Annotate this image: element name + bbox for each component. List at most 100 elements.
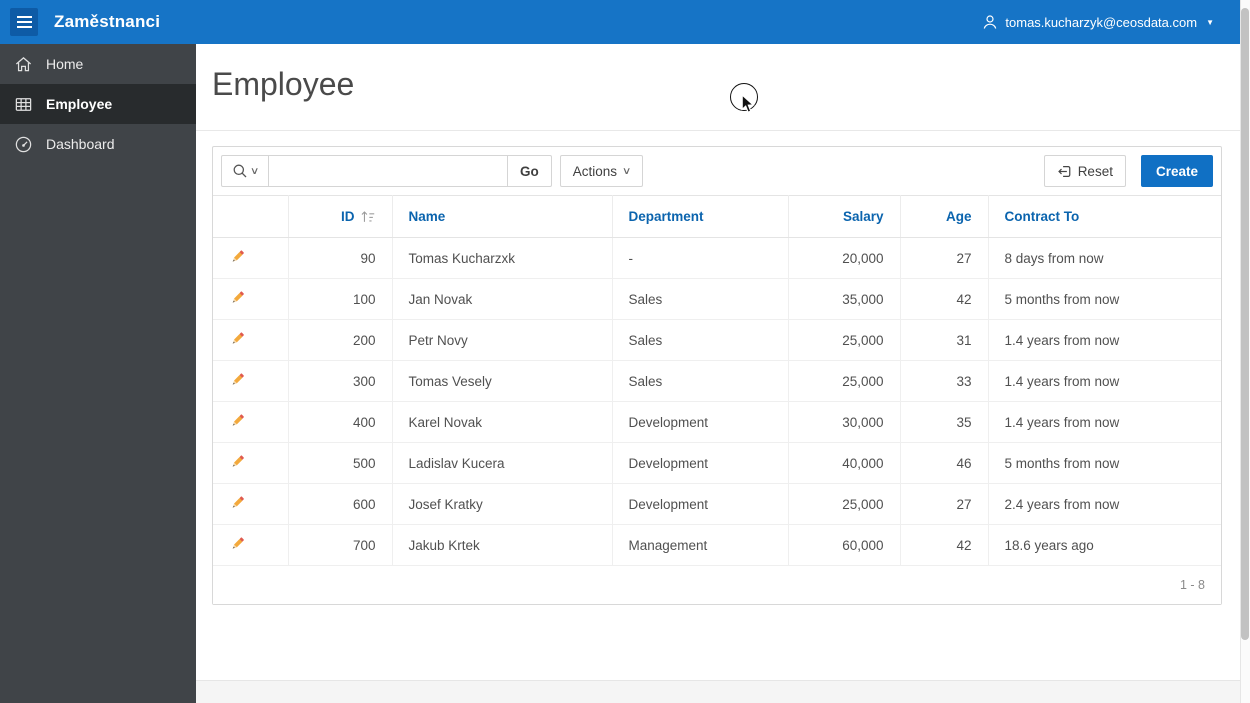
app-title: Zaměstnanci xyxy=(54,12,161,31)
caret-down-icon: ▼ xyxy=(1206,17,1214,27)
cell-contract-to: 1.4 years from now xyxy=(988,360,1221,402)
cell-name: Tomas Kucharzxk xyxy=(392,237,613,279)
cell-contract-to: 5 months from now xyxy=(988,278,1221,320)
vertical-scrollbar-track[interactable] xyxy=(1240,0,1250,703)
create-button[interactable]: Create xyxy=(1140,155,1213,187)
hamburger-menu-button[interactable] xyxy=(10,8,38,36)
pencil-icon xyxy=(232,496,244,508)
cell-id: 90 xyxy=(288,237,393,279)
edit-row-button[interactable] xyxy=(213,360,289,402)
sidebar-item-employee[interactable]: Employee xyxy=(0,84,196,124)
pencil-icon xyxy=(232,250,244,262)
reset-icon xyxy=(1057,165,1071,177)
cell-contract-to: 1.4 years from now xyxy=(988,401,1221,443)
cell-name: Karel Novak xyxy=(392,401,613,443)
pencil-icon xyxy=(232,455,244,467)
search-input[interactable] xyxy=(268,155,508,187)
cell-id: 500 xyxy=(288,442,393,484)
cell-age: 42 xyxy=(900,524,989,566)
person-icon xyxy=(984,15,997,29)
vertical-scrollbar-thumb[interactable] xyxy=(1241,8,1249,640)
pencil-icon xyxy=(232,537,244,549)
cell-name: Petr Novy xyxy=(392,319,613,361)
cell-age: 46 xyxy=(900,442,989,484)
pencil-icon xyxy=(232,332,244,344)
cell-salary: 30,000 xyxy=(788,401,901,443)
table-row: 200 Petr Novy Sales 25,000 31 1.4 years from … xyxy=(213,319,1221,361)
cell-id: 200 xyxy=(288,319,393,361)
cell-department: Sales xyxy=(612,278,789,320)
column-header-department[interactable]: Department xyxy=(612,195,789,238)
edit-row-button[interactable] xyxy=(213,319,289,361)
table-header-row: ID Name Department Salary Age Contract T… xyxy=(213,195,1221,238)
cell-age: 27 xyxy=(900,237,989,279)
user-menu-button[interactable]: tomas.kucharzyk@ceosdata.com ▼ xyxy=(982,14,1214,30)
cell-age: 27 xyxy=(900,483,989,525)
cell-name: Jan Novak xyxy=(392,278,613,320)
table-row: 300 Tomas Vesely Sales 25,000 33 1.4 years fr… xyxy=(213,360,1221,402)
cell-name: Josef Kratky xyxy=(392,483,613,525)
go-button[interactable]: Go xyxy=(507,155,552,187)
cell-department: Development xyxy=(612,442,789,484)
cell-contract-to: 18.6 years ago xyxy=(988,524,1221,566)
sidebar: Home Employee Dashboard xyxy=(0,44,196,703)
cell-id: 400 xyxy=(288,401,393,443)
edit-row-button[interactable] xyxy=(213,442,289,484)
chevron-down-icon: ∨ xyxy=(621,165,632,177)
cell-age: 42 xyxy=(900,278,989,320)
cell-salary: 40,000 xyxy=(788,442,901,484)
edit-row-button[interactable] xyxy=(213,237,289,279)
main-content: Employee ∨ Go Actions ∨ Reset Create ID … xyxy=(196,44,1240,703)
employee-table: ID Name Department Salary Age Contract T… xyxy=(213,195,1221,604)
search-options-button[interactable]: ∨ xyxy=(221,155,269,187)
table-icon xyxy=(15,97,32,111)
page-header: Employee xyxy=(196,44,1240,131)
cell-contract-to: 8 days from now xyxy=(988,237,1221,279)
table-row: 500 Ladislav Kucera Development 40,000 46 5 m… xyxy=(213,442,1221,484)
column-header-age[interactable]: Age xyxy=(900,195,989,238)
pagination-range: 1 - 8 xyxy=(213,565,1221,604)
cell-salary: 35,000 xyxy=(788,278,901,320)
table-row: 90 Tomas Kucharzxk -20,000 27 8 days from no… xyxy=(213,237,1221,279)
cell-name: Ladislav Kucera xyxy=(392,442,613,484)
column-header-name[interactable]: Name xyxy=(392,195,613,238)
edit-row-button[interactable] xyxy=(213,278,289,320)
cell-department: Development xyxy=(612,401,789,443)
app-screenshot: { "app": { "title": "Zaměstnanci", "user… xyxy=(0,0,1250,703)
sidebar-item-home[interactable]: Home xyxy=(0,44,196,84)
top-navigation-bar: Zaměstnanci tomas.kucharzyk@ceosdata.com… xyxy=(0,0,1240,44)
column-header-id[interactable]: ID xyxy=(288,195,393,238)
cell-contract-to: 1.4 years from now xyxy=(988,319,1221,361)
pagination-row: 1 - 8 xyxy=(213,565,1221,604)
reset-button[interactable]: Reset xyxy=(1043,155,1126,187)
page-footer-strip xyxy=(196,680,1240,703)
column-header-salary[interactable]: Salary xyxy=(788,195,901,238)
chevron-down-icon: ∨ xyxy=(249,165,260,177)
sort-asc-icon xyxy=(361,211,374,222)
interactive-report-region: ∨ Go Actions ∨ Reset Create ID Name Depa… xyxy=(212,146,1222,605)
cell-salary: 25,000 xyxy=(788,360,901,402)
cell-contract-to: 2.4 years from now xyxy=(988,483,1221,525)
edit-row-button[interactable] xyxy=(213,524,289,566)
sidebar-item-dashboard[interactable]: Dashboard xyxy=(0,124,196,164)
table-row: 100 Jan Novak Sales 35,000 42 5 months from n… xyxy=(213,278,1221,320)
edit-row-button[interactable] xyxy=(213,483,289,525)
cell-contract-to: 5 months from now xyxy=(988,442,1221,484)
actions-menu-button[interactable]: Actions ∨ xyxy=(559,155,644,187)
user-email: tomas.kucharzyk@ceosdata.com xyxy=(1005,14,1198,30)
cell-salary: 25,000 xyxy=(788,319,901,361)
sidebar-item-label: Home xyxy=(46,56,84,72)
pencil-icon xyxy=(232,373,244,385)
cell-name: Jakub Krtek xyxy=(392,524,613,566)
cell-id: 300 xyxy=(288,360,393,402)
sidebar-item-label: Employee xyxy=(46,96,113,112)
edit-row-button[interactable] xyxy=(213,401,289,443)
cell-age: 35 xyxy=(900,401,989,443)
cell-id: 600 xyxy=(288,483,393,525)
table-row: 600 Josef Kratky Development 25,000 27 2.4 ye… xyxy=(213,483,1221,525)
cell-id: 100 xyxy=(288,278,393,320)
column-header-contract-to[interactable]: Contract To xyxy=(988,195,1221,238)
gauge-icon xyxy=(15,136,32,152)
cell-age: 33 xyxy=(900,360,989,402)
sidebar-item-label: Dashboard xyxy=(46,136,115,152)
